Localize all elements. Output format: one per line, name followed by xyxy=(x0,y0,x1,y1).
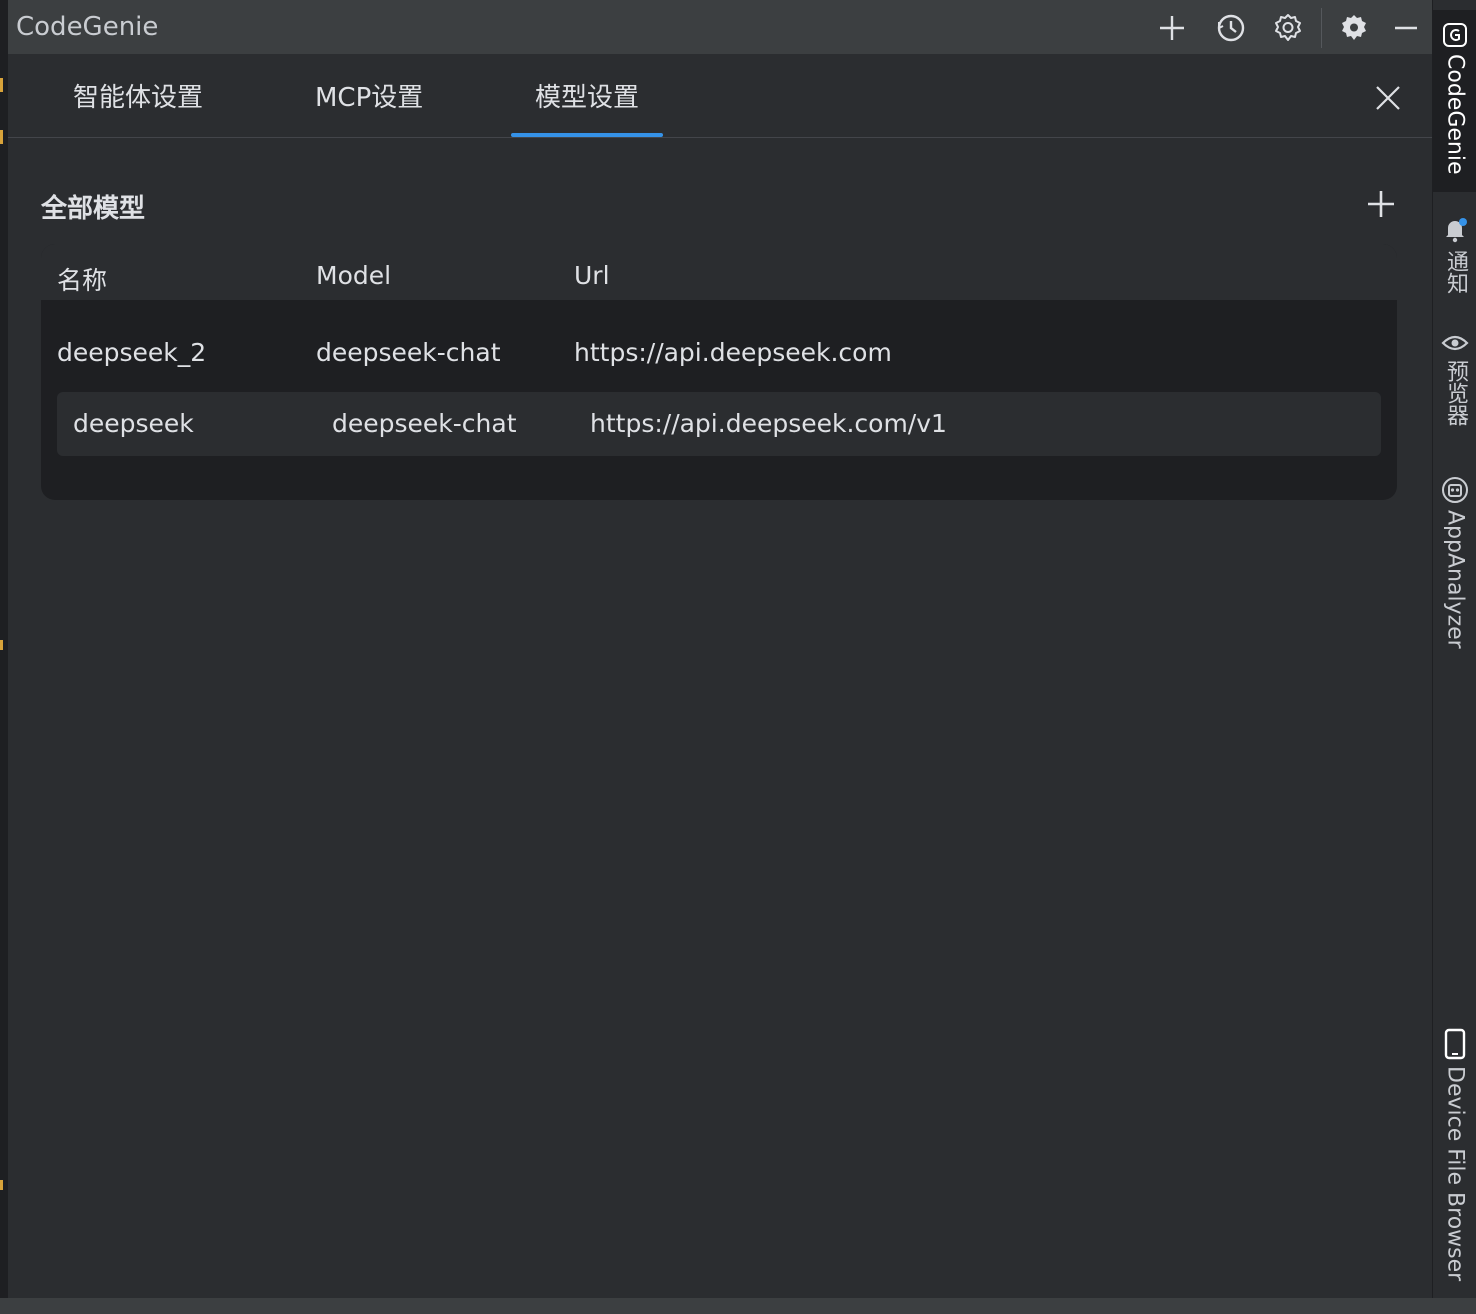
section-title: 全部模型 xyxy=(41,194,146,224)
new-chat-button[interactable] xyxy=(1152,8,1192,48)
table-row[interactable]: deepseek deepseek-chat https://api.deeps… xyxy=(57,392,1381,456)
editor-gutter-strip xyxy=(0,0,8,1298)
toolwindow-label: Device File Browser xyxy=(1442,1066,1468,1282)
gutter-marker xyxy=(0,130,3,144)
history-icon xyxy=(1217,14,1245,42)
column-header-name: 名称 xyxy=(57,266,108,295)
tab-mcp-settings[interactable]: MCP设置 xyxy=(315,54,423,137)
settings-tabs: 智能体设置 MCP设置 模型设置 xyxy=(8,54,1432,138)
add-model-button[interactable] xyxy=(1361,184,1401,224)
toolbar-separator xyxy=(1321,8,1322,48)
tab-agent-settings[interactable]: 智能体设置 xyxy=(73,54,203,137)
settings-button[interactable] xyxy=(1268,8,1308,48)
column-header-model: Model xyxy=(316,261,392,290)
eye-icon xyxy=(1441,335,1469,351)
toolwindow-appanalyzer[interactable]: AppAnalyzer xyxy=(1433,476,1476,649)
row-model: deepseek-chat xyxy=(316,338,501,367)
gear-icon xyxy=(1342,15,1366,40)
close-settings-button[interactable] xyxy=(1368,78,1408,118)
toolwindow-notifications[interactable]: 通知 xyxy=(1433,216,1476,294)
bottom-status-strip xyxy=(0,1298,1476,1314)
ide-settings-button[interactable] xyxy=(1334,8,1374,48)
toolwindow-device-file-browser[interactable]: Device File Browser xyxy=(1433,1028,1476,1281)
toolwindow-label: 预览器 xyxy=(1443,360,1468,426)
column-header-url: Url xyxy=(574,261,610,290)
row-model: deepseek-chat xyxy=(332,409,517,438)
toolwindow-previewer[interactable]: 预览器 xyxy=(1433,332,1476,426)
toolwindow-label: 通知 xyxy=(1443,250,1468,294)
history-button[interactable] xyxy=(1211,8,1251,48)
gutter-marker xyxy=(0,640,3,650)
models-table: 名称 Model Url deepseek_2 deepseek-chat ht… xyxy=(41,244,1397,500)
codegenie-icon xyxy=(1443,23,1467,47)
row-name: deepseek xyxy=(73,409,194,438)
close-icon xyxy=(1376,86,1400,110)
table-header: 名称 Model Url xyxy=(41,244,1397,300)
table-row[interactable]: deepseek_2 deepseek-chat https://api.dee… xyxy=(57,321,1381,385)
toolwindow-label: AppAnalyzer xyxy=(1442,510,1468,649)
gutter-marker xyxy=(0,78,3,92)
settings-outline-icon xyxy=(1275,14,1301,41)
app-title: CodeGenie xyxy=(16,12,159,42)
row-url: https://api.deepseek.com xyxy=(574,338,892,367)
right-tool-window-bar: CodeGenie 通知 预览器 AppAnalyzer Device File… xyxy=(1432,0,1476,1314)
toolwindow-label: CodeGenie xyxy=(1442,54,1468,175)
plus-icon xyxy=(1160,16,1184,40)
bell-icon xyxy=(1446,218,1467,243)
phone-icon xyxy=(1444,1028,1466,1060)
robot-icon xyxy=(1442,477,1468,503)
row-url: https://api.deepseek.com/v1 xyxy=(590,409,947,438)
toolwindow-codegenie[interactable]: CodeGenie xyxy=(1433,10,1476,192)
panel-titlebar: CodeGenie xyxy=(8,0,1432,55)
minimize-icon xyxy=(1395,26,1417,30)
minimize-button[interactable] xyxy=(1386,8,1426,48)
gutter-marker xyxy=(0,1180,3,1190)
codegenie-panel: CodeGenie 智能体设置 MCP设置 模型设置 全部模型 名称 Model… xyxy=(8,0,1432,1298)
tab-model-settings[interactable]: 模型设置 xyxy=(510,54,664,137)
row-name: deepseek_2 xyxy=(57,338,207,367)
plus-icon xyxy=(1368,191,1394,217)
